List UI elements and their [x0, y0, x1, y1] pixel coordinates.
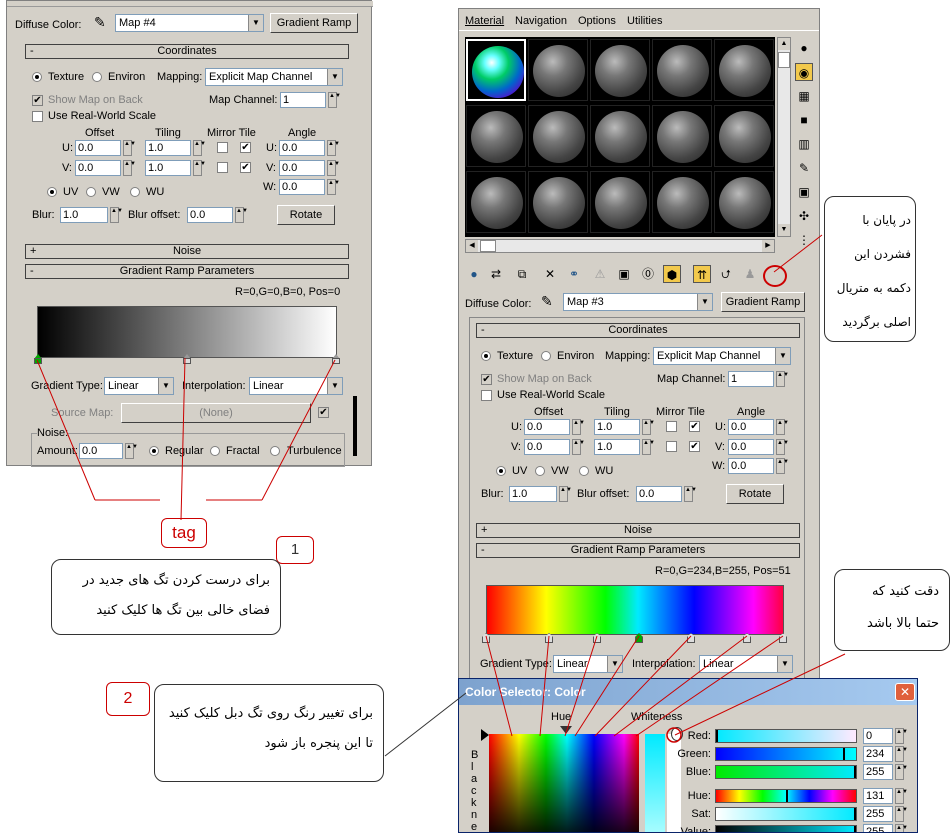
step-number-2: 2 [106, 682, 150, 716]
instruction-note-keep-up: دقت کنید که حتما بالا باشد [834, 569, 950, 651]
tag-label-box: tag [161, 518, 207, 548]
instruction-note-double-click: برای تغییر رنگ روی تگ دبل کلیک کنید تا ا… [154, 684, 384, 782]
instruction-note-new-tags: برای درست کردن تگ های جدید در فضای خالی … [51, 559, 281, 635]
instruction-note-go-parent: در پایان با فشردن این دکمه به متریال اصل… [824, 196, 916, 342]
step-number-1: 1 [276, 536, 314, 564]
